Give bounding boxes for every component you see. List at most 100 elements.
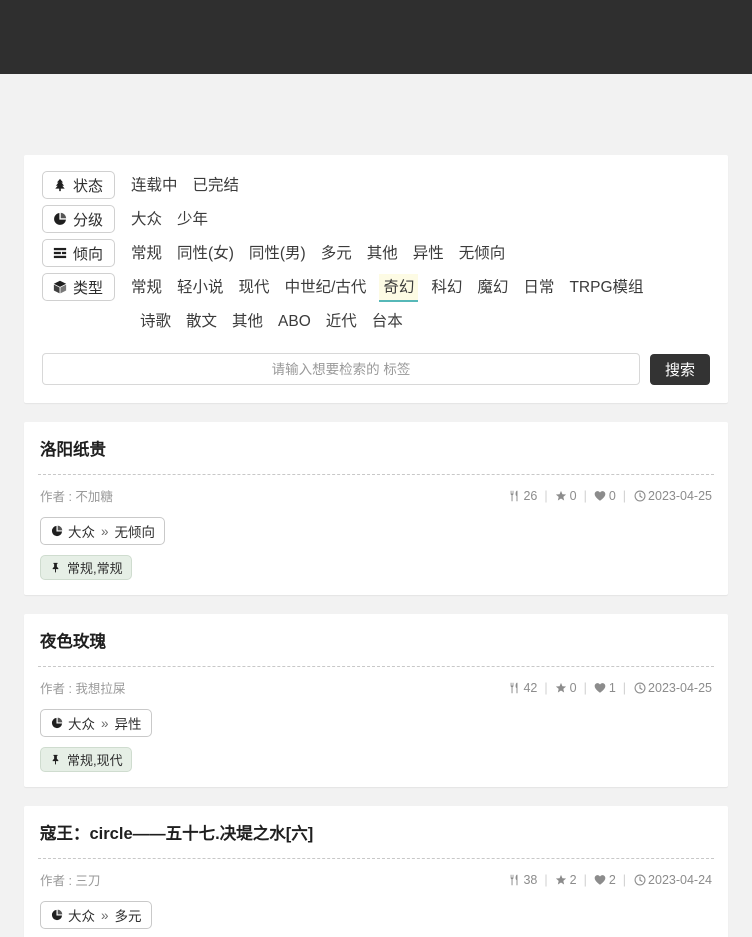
stat-likes-value: 2 [608,872,616,887]
result-author: 作者 : 不加糖 [40,490,113,504]
tag-badge-label: 常规,现代 [67,753,123,768]
filter-option-轻小说[interactable]: 轻小说 [175,274,226,302]
filter-label-类型: 类型 [42,273,116,301]
filter-options: 诗歌 散文 其他 ABO 近代 台本 [138,306,710,338]
filter-option-连载中[interactable]: 连载中 [129,172,180,200]
filter-option-科幻[interactable]: 科幻 [429,274,464,302]
filter-label-text: 类型 [73,279,104,297]
result-stats: 38 | 2 | 2 | 2023-04-24 [508,873,712,887]
stat-likes-value: 1 [608,680,616,695]
stat-date: 2023-04-25 [633,681,712,695]
result-title[interactable]: 寇王：circle——五十七.决堤之水[六] [37,823,715,845]
filter-option-常规[interactable]: 常规 [129,240,164,268]
filter-option-奇幻[interactable]: 奇幻 [379,274,419,302]
filter-option-其他[interactable]: 其他 [230,308,265,336]
result-title[interactable]: 夜色玫瑰 [37,631,715,653]
result-author: 作者 : 三刀 [40,874,101,888]
stat-separator: | [544,488,548,503]
pie-chart-icon [50,717,63,730]
filter-option-散文[interactable]: 散文 [184,308,219,336]
filter-row-2: 倾向 常规 同性(女) 同性(男) 多元 其他 异性 无倾向 [42,237,710,271]
stat-views: 26 [508,489,537,503]
tag-badge[interactable]: 常规,现代 [40,747,132,772]
stat-date-value: 2023-04-24 [648,872,712,887]
category-badge-left: 大众 [68,717,95,732]
filter-option-现代[interactable]: 现代 [237,274,272,302]
card-divider [38,666,714,667]
filter-option-常规[interactable]: 常规 [129,274,164,302]
filter-option-近代[interactable]: 近代 [324,308,359,336]
result-card[interactable]: 夜色玫瑰 作者 : 我想拉屎 42 | 0 | 1 | 2023-04-25 大众 » 异性 常规,现代 [24,614,728,787]
stat-views-value: 26 [523,488,538,503]
list-bars-icon [52,246,67,261]
result-title[interactable]: 洛阳纸贵 [37,439,715,461]
category-badge-right: 多元 [114,909,142,924]
top-header-bar [0,0,752,74]
search-input[interactable] [42,353,640,385]
pin-icon [49,561,62,574]
filter-option-同性(女)[interactable]: 同性(女) [175,240,236,268]
cube-icon [52,280,67,295]
results-list: 洛阳纸贵作者 : 不加糖 26 | 0 | 0 | 2023-04-25 大众 » 无倾向 常规,常规… [24,422,728,937]
filter-option-大众[interactable]: 大众 [129,206,164,234]
heart-icon [594,873,607,886]
category-badge[interactable]: 大众 » 异性 [40,709,152,737]
filter-options: 连载中 已完结 [129,170,710,202]
filter-row-continuation: 诗歌 散文 其他 ABO 近代 台本 [42,305,710,339]
search-bar: 搜索 [42,353,710,385]
filter-rows: 状态 连载中 已完结 分级 大众 少年 倾向 常规 同性(女) 同性(男) 多元 其他 异性 无倾向 类型常… [42,169,710,339]
pin-icon [49,753,62,766]
filter-label-倾向: 倾向 [42,239,116,267]
stat-separator: | [622,488,627,503]
filter-option-中世纪/古代[interactable]: 中世纪/古代 [283,274,369,302]
filter-option-日常[interactable]: 日常 [521,274,556,302]
filter-option-台本[interactable]: 台本 [370,308,405,336]
filter-option-已完结[interactable]: 已完结 [191,172,242,200]
category-badge-arrow: » [101,907,109,923]
filter-option-多元[interactable]: 多元 [319,240,354,268]
result-badges: 大众 » 无倾向 常规,常规 [37,505,715,580]
filter-label-状态: 状态 [42,171,116,199]
filter-option-无倾向[interactable]: 无倾向 [457,240,508,268]
filter-label-分级: 分级 [42,205,116,233]
filter-option-其他[interactable]: 其他 [365,240,400,268]
filter-option-少年[interactable]: 少年 [175,206,210,234]
result-stats: 26 | 0 | 0 | 2023-04-25 [508,489,712,503]
filter-row-3: 类型 常规 轻小说 现代 中世纪/古代 奇幻 科幻 魔幻 日常 TRPG模组 [42,271,710,305]
tree-icon [52,178,67,193]
fork-knife-icon [508,489,521,502]
filter-option-诗歌[interactable]: 诗歌 [138,308,173,336]
stat-date: 2023-04-24 [633,873,712,887]
search-button[interactable]: 搜索 [649,353,710,385]
stat-separator: | [583,680,587,695]
result-card[interactable]: 寇王：circle——五十七.决堤之水[六] 作者 : 三刀 38 | 2 | 2 | 2023… [24,806,728,937]
category-badge[interactable]: 大众 » 多元 [40,901,152,929]
filter-label-text: 状态 [73,177,104,195]
result-stats: 42 | 0 | 1 | 2023-04-25 [508,681,712,695]
filter-row-0: 状态 连载中 已完结 [42,169,710,203]
stat-stars: 0 [555,681,577,695]
heart-icon [594,489,607,502]
stat-stars-value: 0 [569,680,577,695]
stat-stars-value: 0 [569,488,577,503]
clock-icon [633,681,646,694]
filter-option-魔幻[interactable]: 魔幻 [475,274,510,302]
filter-option-同性(男)[interactable]: 同性(男) [247,240,308,268]
filter-option-TRPG模组[interactable]: TRPG模组 [567,274,645,302]
pie-chart-icon [50,909,63,922]
filter-option-ABO[interactable]: ABO [276,308,313,336]
tag-badge[interactable]: 常规,常规 [40,555,132,580]
stat-likes: 1 [594,681,616,695]
result-card[interactable]: 洛阳纸贵 作者 : 不加糖 26 | 0 | 0 | 2023-04-25 大众 » 无倾向 常规,常规 [24,422,728,595]
filter-panel: 状态 连载中 已完结 分级 大众 少年 倾向 常规 同性(女) 同性(男) 多元 其他 异性 无倾向 类型常… [24,155,728,403]
result-meta-row: 作者 : 不加糖 26 | 0 | 0 | 2023-04-25 [37,486,715,505]
star-icon [555,489,568,502]
filter-option-异性[interactable]: 异性 [411,240,446,268]
stat-date-value: 2023-04-25 [648,680,712,695]
stat-likes: 0 [594,489,616,503]
category-badge[interactable]: 大众 » 无倾向 [40,517,166,545]
page-content: 状态 连载中 已完结 分级 大众 少年 倾向 常规 同性(女) 同性(男) 多元 其他 异性 无倾向 类型常… [0,155,752,937]
star-icon [555,681,568,694]
stat-separator: | [544,680,548,695]
stat-views: 42 [508,681,537,695]
